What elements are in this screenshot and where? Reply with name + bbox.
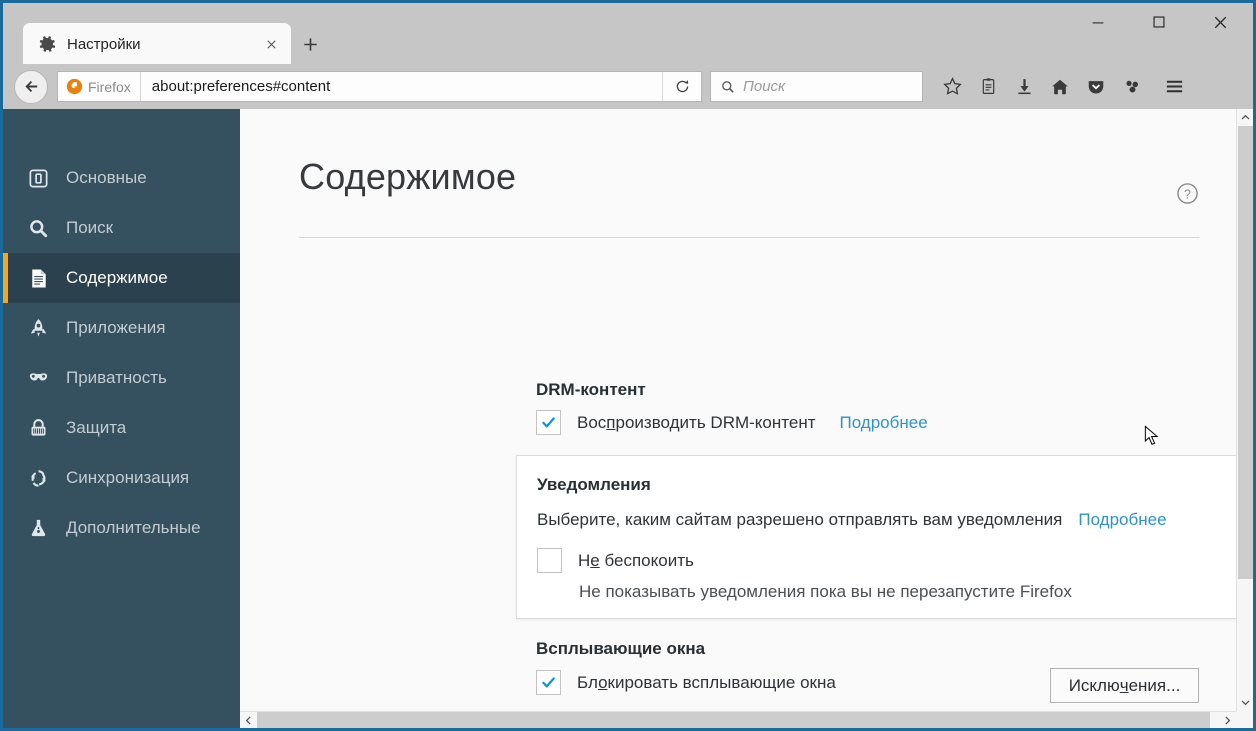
scroll-left-arrow[interactable] — [240, 712, 257, 728]
block-popups-label: Блокировать всплывающие окна — [577, 672, 836, 692]
vertical-scrollbar-thumb[interactable] — [1238, 126, 1253, 579]
rocket-icon — [25, 315, 51, 341]
sidebar-item-label: Синхронизация — [66, 468, 190, 487]
search-icon — [25, 215, 51, 241]
maximize-button[interactable] — [1136, 7, 1181, 37]
downloads-icon[interactable] — [1006, 70, 1042, 104]
drm-checkbox[interactable] — [536, 410, 561, 435]
home-icon[interactable] — [1042, 70, 1078, 104]
preferences-main-pane: Содержимое ? DRM-контент Воспроизводить — [240, 109, 1236, 711]
new-tab-button[interactable] — [295, 29, 325, 59]
horizontal-scrollbar-thumb[interactable] — [257, 712, 1210, 728]
pocket-icon[interactable] — [1078, 70, 1114, 104]
sidebar-item-label: Дополнительные — [66, 518, 201, 537]
title-bar: Настройки — [3, 3, 1253, 65]
sync-icon — [25, 465, 51, 491]
page-header: Содержимое ? — [299, 156, 1199, 210]
scroll-right-arrow[interactable] — [1219, 712, 1236, 728]
sidebar-item-content[interactable]: Содержимое — [3, 253, 240, 303]
lock-icon — [25, 415, 51, 441]
search-input[interactable]: Поиск — [743, 78, 785, 95]
scrollbar-corner — [1236, 711, 1253, 728]
search-icon — [722, 80, 734, 93]
do-not-disturb-checkbox[interactable] — [537, 548, 562, 573]
tab-title: Настройки — [67, 35, 141, 53]
popups-section-title: Всплывающие окна — [536, 639, 706, 658]
notifications-description-row: Выберите, каким сайтам разрешено отправл… — [537, 510, 1167, 530]
checkmark-icon — [542, 417, 555, 428]
help-question-icon[interactable]: ? — [1176, 182, 1199, 210]
sidebar-item-label: Приватность — [66, 368, 167, 387]
do-not-disturb-row: Не беспокоить — [537, 548, 694, 573]
browser-tab-settings[interactable]: Настройки — [23, 23, 291, 65]
close-tab-icon[interactable] — [259, 32, 283, 56]
reading-list-icon[interactable] — [970, 70, 1006, 104]
mask-icon — [25, 365, 51, 391]
sidebar-item-security[interactable]: Защита — [3, 403, 240, 453]
sidebar-item-sync[interactable]: Синхронизация — [3, 453, 240, 503]
drm-section-title: DRM-контент — [536, 380, 646, 399]
sidebar-item-label: Защита — [66, 418, 127, 437]
svg-text:?: ? — [1184, 187, 1191, 201]
minimize-button[interactable] — [1075, 7, 1120, 37]
sidebar-item-applications[interactable]: Приложения — [3, 303, 240, 353]
sidebar-item-general[interactable]: Основные — [3, 153, 240, 203]
sidebar-item-label: Приложения — [66, 318, 166, 337]
preferences-sidebar: Основные Поиск Содержимое Приложения При… — [3, 109, 240, 728]
sidebar-item-search[interactable]: Поиск — [3, 203, 240, 253]
sidebar-item-label: Поиск — [66, 218, 114, 237]
close-button[interactable] — [1198, 7, 1243, 37]
search-bar[interactable]: Поиск — [710, 71, 923, 102]
notifications-description: Выберите, каким сайтам разрешено отправл… — [537, 510, 1063, 529]
do-not-disturb-description: Не показывать уведомления пока вы не пер… — [579, 582, 1072, 601]
gear-icon — [37, 34, 57, 54]
sidebar-item-label: Содержимое — [66, 268, 168, 287]
identity-label: Firefox — [88, 78, 131, 95]
back-button[interactable] — [14, 69, 48, 104]
reload-icon[interactable] — [662, 72, 701, 101]
preferences-page: Основные Поиск Содержимое Приложения При… — [3, 109, 1253, 728]
hamburger-menu-icon[interactable] — [1156, 70, 1192, 104]
sync-account-icon[interactable] — [1114, 70, 1150, 104]
header-divider — [299, 237, 1199, 238]
notifications-section-title: Уведомления — [537, 475, 651, 494]
toolbar-icon-group — [934, 70, 1150, 104]
firefox-logo-icon — [66, 78, 83, 95]
sidebar-item-privacy[interactable]: Приватность — [3, 353, 240, 403]
vertical-scrollbar[interactable] — [1236, 109, 1253, 711]
sidebar-item-label: Основные — [66, 168, 147, 187]
flask-icon — [25, 515, 51, 541]
navigation-toolbar: Firefox about:preferences#content Поиск — [3, 64, 1253, 109]
popups-exceptions-button[interactable]: Исклю ч ения... — [1050, 668, 1199, 703]
url-bar[interactable]: Firefox about:preferences#content — [57, 71, 702, 102]
drm-learn-more-link[interactable]: Подробнее — [840, 413, 928, 433]
browser-window: Настройки Firefox about:preferences#cont… — [0, 0, 1256, 731]
block-popups-checkbox[interactable] — [536, 670, 561, 695]
url-text[interactable]: about:preferences#content — [141, 78, 701, 95]
do-not-disturb-label: Не беспокоить — [578, 550, 694, 570]
identity-box[interactable]: Firefox — [58, 72, 141, 101]
horizontal-scrollbar[interactable] — [240, 711, 1236, 728]
checkmark-icon — [542, 677, 555, 688]
notifications-learn-more-link[interactable]: Подробнее — [1078, 510, 1166, 530]
popups-row: Блокировать всплывающие окна — [536, 670, 836, 695]
document-icon — [25, 265, 51, 291]
notifications-panel: Уведомления Выберите, каким сайтам разре… — [516, 455, 1236, 619]
page-title: Содержимое — [299, 156, 517, 197]
general-icon — [25, 165, 51, 191]
scroll-up-arrow[interactable] — [1237, 109, 1253, 126]
scroll-down-arrow[interactable] — [1237, 694, 1253, 711]
drm-checkbox-label: Воспроизводить DRM-контент — [577, 412, 816, 432]
drm-row: Воспроизводить DRM-контент Подробнее — [536, 410, 928, 435]
bookmark-star-icon[interactable] — [934, 70, 970, 104]
sidebar-item-advanced[interactable]: Дополнительные — [3, 503, 240, 553]
